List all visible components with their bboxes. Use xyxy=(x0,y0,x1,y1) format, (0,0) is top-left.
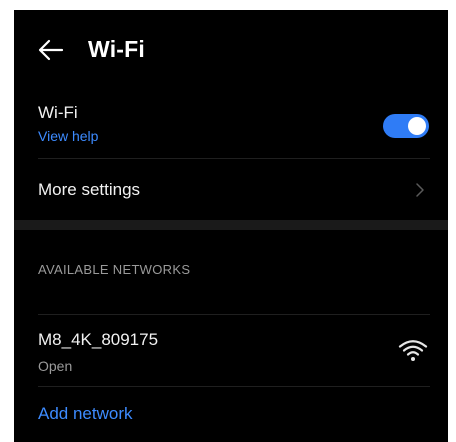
network-item[interactable]: M8_4K_809175 Open xyxy=(14,316,448,386)
section-separator xyxy=(14,220,448,230)
toggle-knob xyxy=(408,117,426,135)
divider xyxy=(38,314,430,315)
add-network-button[interactable]: Add network xyxy=(38,404,133,424)
wifi-toggle-switch[interactable] xyxy=(383,114,429,138)
network-ssid: M8_4K_809175 xyxy=(38,330,159,349)
divider xyxy=(38,386,430,387)
divider xyxy=(38,158,430,159)
view-help-link[interactable]: View help xyxy=(38,128,98,144)
network-status: Open xyxy=(38,358,73,374)
wifi-signal-icon xyxy=(398,340,428,361)
wifi-settings-screen: Wi-Fi Wi-Fi View help More settings AVAI… xyxy=(14,10,448,442)
more-settings-label: More settings xyxy=(38,180,141,199)
page-title: Wi-Fi xyxy=(88,36,145,62)
chevron-right-icon xyxy=(416,183,424,197)
wifi-row-title: Wi-Fi xyxy=(38,103,78,122)
available-networks-header: AVAILABLE NETWORKS xyxy=(38,262,191,277)
more-settings-row[interactable]: More settings xyxy=(14,160,448,218)
arrow-left-icon[interactable] xyxy=(38,38,64,62)
app-bar: Wi-Fi xyxy=(14,28,448,72)
